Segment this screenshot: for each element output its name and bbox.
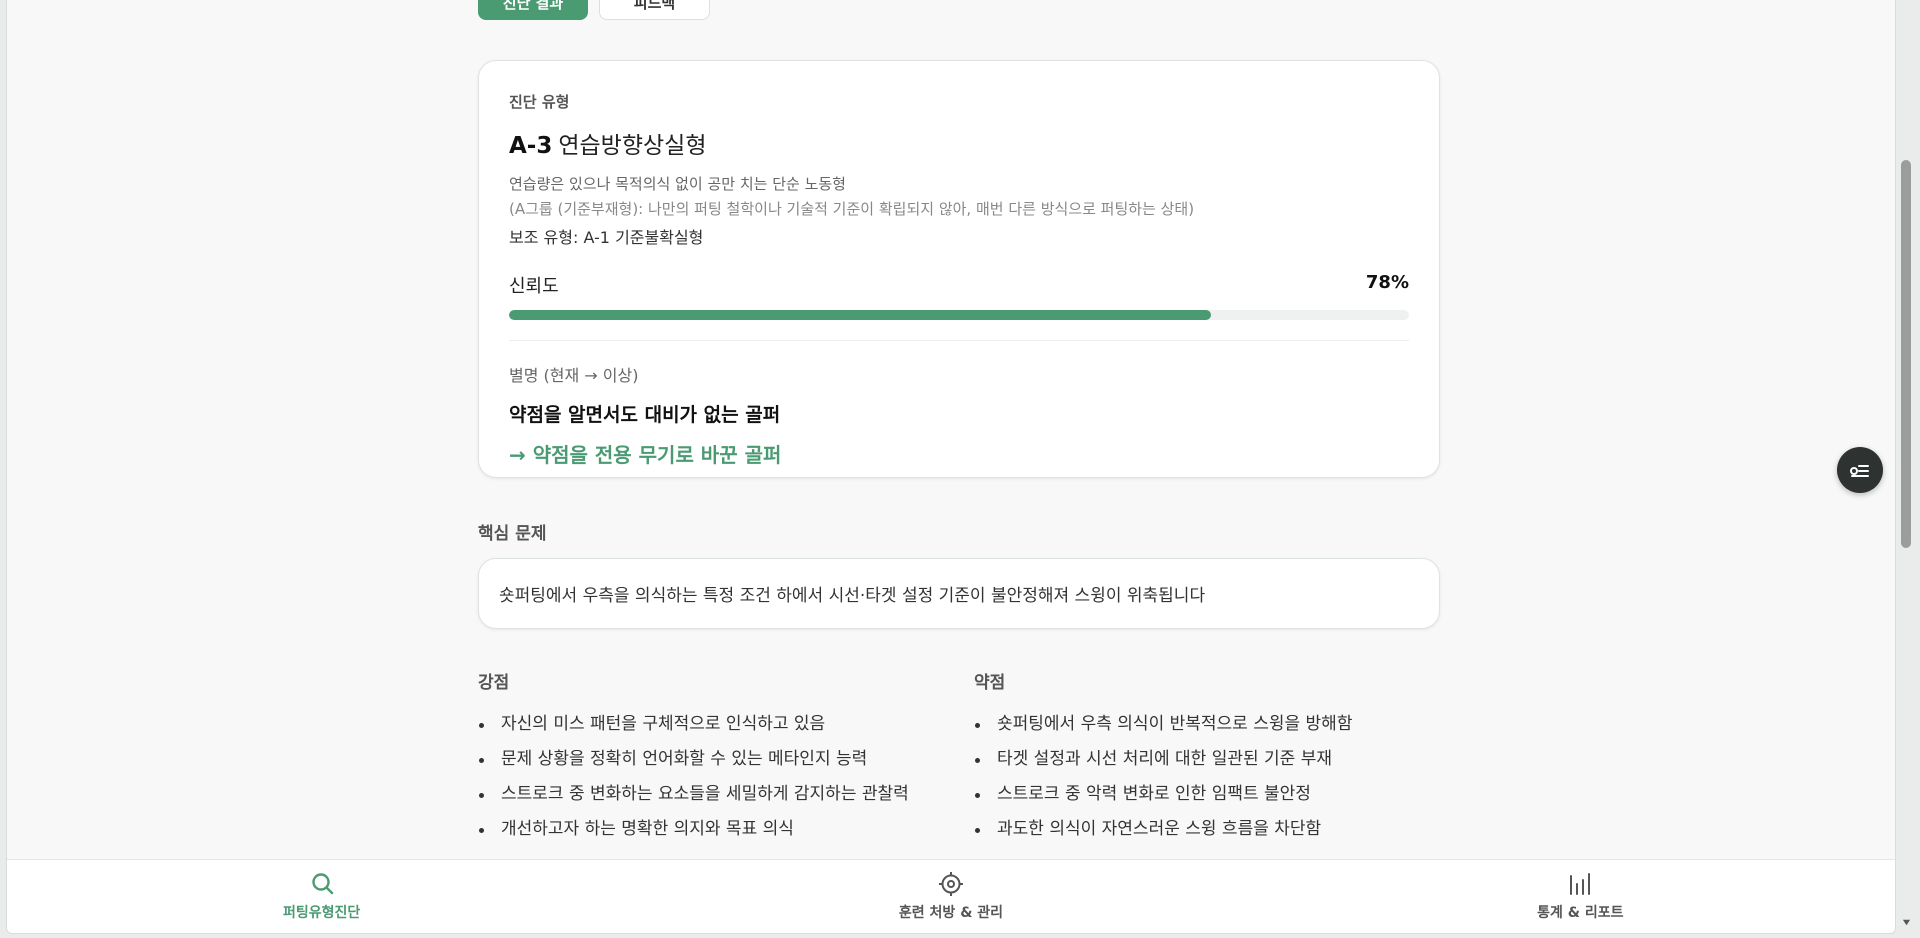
nickname-label: 별명 (현재 → 이상) <box>509 366 639 385</box>
list-item: 숏퍼팅에서 우측 의식이 반복적으로 스윙을 방해함 <box>974 707 1434 742</box>
strengths-list: 자신의 미스 패턴을 구체적으로 인식하고 있음 문제 상황을 정확히 언어화할… <box>478 707 938 847</box>
list-item: 스트로크 중 변화하는 요소들을 세밀하게 감지하는 관찰력 <box>478 777 938 812</box>
nickname-ideal: → 약점을 전용 무기로 바꾼 골퍼 <box>509 443 782 467</box>
confidence-bar <box>509 310 1409 320</box>
list-filter-icon <box>1850 465 1869 477</box>
list-item: 타겟 설정과 시선 처리에 대한 일관된 기준 부재 <box>974 742 1434 777</box>
core-problem-card: 숏퍼팅에서 우측을 의식하는 특정 조건 하에서 시선·타겟 설정 기준이 불안… <box>478 558 1440 629</box>
list-item: 과도한 의식이 자연스러운 스윙 흐름을 차단함 <box>974 812 1434 847</box>
scroll-viewport[interactable]: 진단 결과 피드백 진단 유형 A-3 연습방향상실형 연습량은 있으나 목적의식… <box>7 0 1895 859</box>
app-frame: 진단 결과 피드백 진단 유형 A-3 연습방향상실형 연습량은 있으나 목적의식… <box>6 0 1896 934</box>
strengths-section: 강점 자신의 미스 패턴을 구체적으로 인식하고 있음 문제 상황을 정확히 언… <box>478 668 938 847</box>
confidence-label: 신뢰도 <box>509 276 559 297</box>
strengths-title: 강점 <box>478 673 510 693</box>
bottom-nav: 퍼팅유형진단 훈련 처방 & 관리 통계 & 리포트 <box>7 859 1895 933</box>
confidence-value: 78% <box>1365 272 1409 293</box>
diagnosis-section-label: 진단 유형 <box>509 93 570 111</box>
confidence-row: 신뢰도 78% <box>509 272 1409 298</box>
diagnosis-type-title: A-3 연습방향상실형 <box>509 126 1409 160</box>
scroll-down-arrow-icon[interactable] <box>1900 916 1912 928</box>
type-description: 연습량은 있으나 목적의식 없이 공만 치는 단순 노동형 <box>509 175 846 193</box>
diagnosis-card: 진단 유형 A-3 연습방향상실형 연습량은 있으나 목적의식 없이 공만 치는 … <box>478 60 1440 478</box>
search-icon <box>311 873 333 895</box>
nickname-current: 약점을 알면서도 대비가 없는 골퍼 <box>509 404 781 426</box>
weaknesses-list: 숏퍼팅에서 우측 의식이 반복적으로 스윙을 방해함 타겟 설정과 시선 처리에… <box>974 707 1434 847</box>
tab-feedback[interactable]: 피드백 <box>599 0 710 20</box>
list-item: 문제 상황을 정확히 언어화할 수 있는 메타인지 능력 <box>478 742 938 777</box>
confidence-bar-fill <box>509 310 1211 320</box>
weaknesses-title: 약점 <box>974 673 1006 693</box>
list-item: 스트로크 중 악력 변화로 인한 임팩트 불안정 <box>974 777 1434 812</box>
group-description: (A그룹 (기준부재형): 나만의 퍼팅 철학이나 기술적 기준이 확립되지 않… <box>509 200 1195 218</box>
type-name: 연습방향상실형 <box>558 133 707 159</box>
core-problem-title: 핵심 문제 <box>478 524 547 544</box>
nav-label: 훈련 처방 & 관리 <box>898 905 1004 921</box>
divider <box>509 340 1409 341</box>
nav-item-putting-diagnosis[interactable]: 퍼팅유형진단 <box>7 860 636 933</box>
weaknesses-section: 약점 숏퍼팅에서 우측 의식이 반복적으로 스윙을 방해함 타겟 설정과 시선 … <box>974 668 1434 847</box>
list-item: 자신의 미스 패턴을 구체적으로 인식하고 있음 <box>478 707 938 742</box>
list-item: 개선하고자 하는 명확한 의지와 목표 의식 <box>478 812 938 847</box>
nav-label: 통계 & 리포트 <box>1537 905 1624 921</box>
nav-item-stats[interactable]: 통계 & 리포트 <box>1266 860 1895 933</box>
nav-label: 퍼팅유형진단 <box>283 905 361 921</box>
core-problem-text: 숏퍼팅에서 우측을 의식하는 특정 조건 하에서 시선·타겟 설정 기준이 불안… <box>499 586 1206 606</box>
scrollbar-thumb[interactable] <box>1901 160 1911 548</box>
tab-diagnosis-result[interactable]: 진단 결과 <box>478 0 588 20</box>
type-code: A-3 <box>509 133 553 159</box>
result-tabs: 진단 결과 피드백 <box>478 0 710 20</box>
target-icon <box>938 872 963 896</box>
floating-menu-button[interactable] <box>1837 447 1883 493</box>
bar-chart-icon <box>1570 873 1591 895</box>
nav-item-training[interactable]: 훈련 처방 & 관리 <box>636 860 1265 933</box>
sub-type: 보조 유형: A-1 기준불확실형 <box>509 228 704 247</box>
